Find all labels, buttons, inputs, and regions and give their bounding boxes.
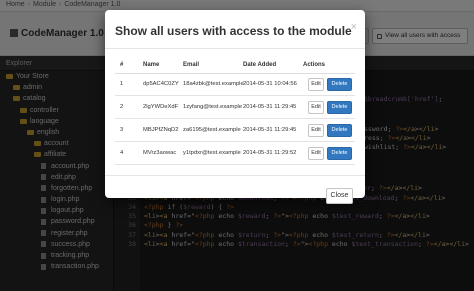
date-added: 2014-05-31 11:29:52 (243, 150, 297, 156)
row-number: 4 (120, 150, 124, 156)
user-name: dp5AC4C0ZY (143, 81, 179, 87)
close-icon[interactable]: × (351, 22, 357, 33)
row-number: 1 (120, 81, 124, 87)
column-header-name: Name (143, 62, 160, 68)
row-number: 3 (120, 127, 124, 133)
user-email: 1zyfang@test.example (183, 104, 243, 110)
users-access-modal: Show all users with access to the module… (105, 10, 365, 204)
column-header-email: Email (183, 62, 200, 68)
column-header-date-added: Date Added (243, 62, 277, 68)
column-header-actions: Actions (303, 62, 326, 68)
user-email: 18a4zbk@test.example (183, 81, 244, 87)
date-added: 2014-05-31 11:29:45 (243, 104, 297, 110)
edit-button[interactable]: Edit (308, 147, 324, 160)
user-name: 2lgYWDeXdF (143, 104, 179, 110)
user-email: za6195@test.example (183, 127, 241, 133)
delete-button[interactable]: Delete (327, 147, 352, 160)
table-row: 3 MBJPfZNqD2 za6195@test.example 2014-05-31… (115, 120, 355, 142)
row-number: 2 (120, 104, 124, 110)
delete-button[interactable]: Delete (327, 78, 352, 91)
column-header-number: # (120, 62, 124, 68)
table-row: 4 MVrz3aowac y1tpdxr@test.example 2014-05-3… (115, 143, 355, 165)
modal-title: Show all users with access to the module (115, 24, 352, 38)
edit-button[interactable]: Edit (308, 101, 324, 114)
table-row: 1 dp5AC4C0ZY 18a4zbk@test.example 2014-05-3… (115, 74, 355, 96)
delete-button[interactable]: Delete (327, 101, 352, 114)
user-name: MVrz3aowac (143, 150, 177, 156)
delete-button[interactable]: Delete (327, 124, 352, 137)
user-name: MBJPfZNqD2 (143, 127, 179, 133)
date-added: 2014-05-31 11:29:45 (243, 127, 297, 133)
table-row: 2 2lgYWDeXdF 1zyfang@test.example 2014-05-3… (115, 97, 355, 119)
divider (105, 175, 365, 176)
close-button[interactable]: Close (326, 188, 353, 204)
date-added: 2014-05-31 10:04:56 (243, 81, 297, 87)
edit-button[interactable]: Edit (308, 124, 324, 137)
edit-button[interactable]: Edit (308, 78, 324, 91)
divider (105, 48, 365, 49)
user-email: y1tpdxr@test.example (183, 150, 241, 156)
